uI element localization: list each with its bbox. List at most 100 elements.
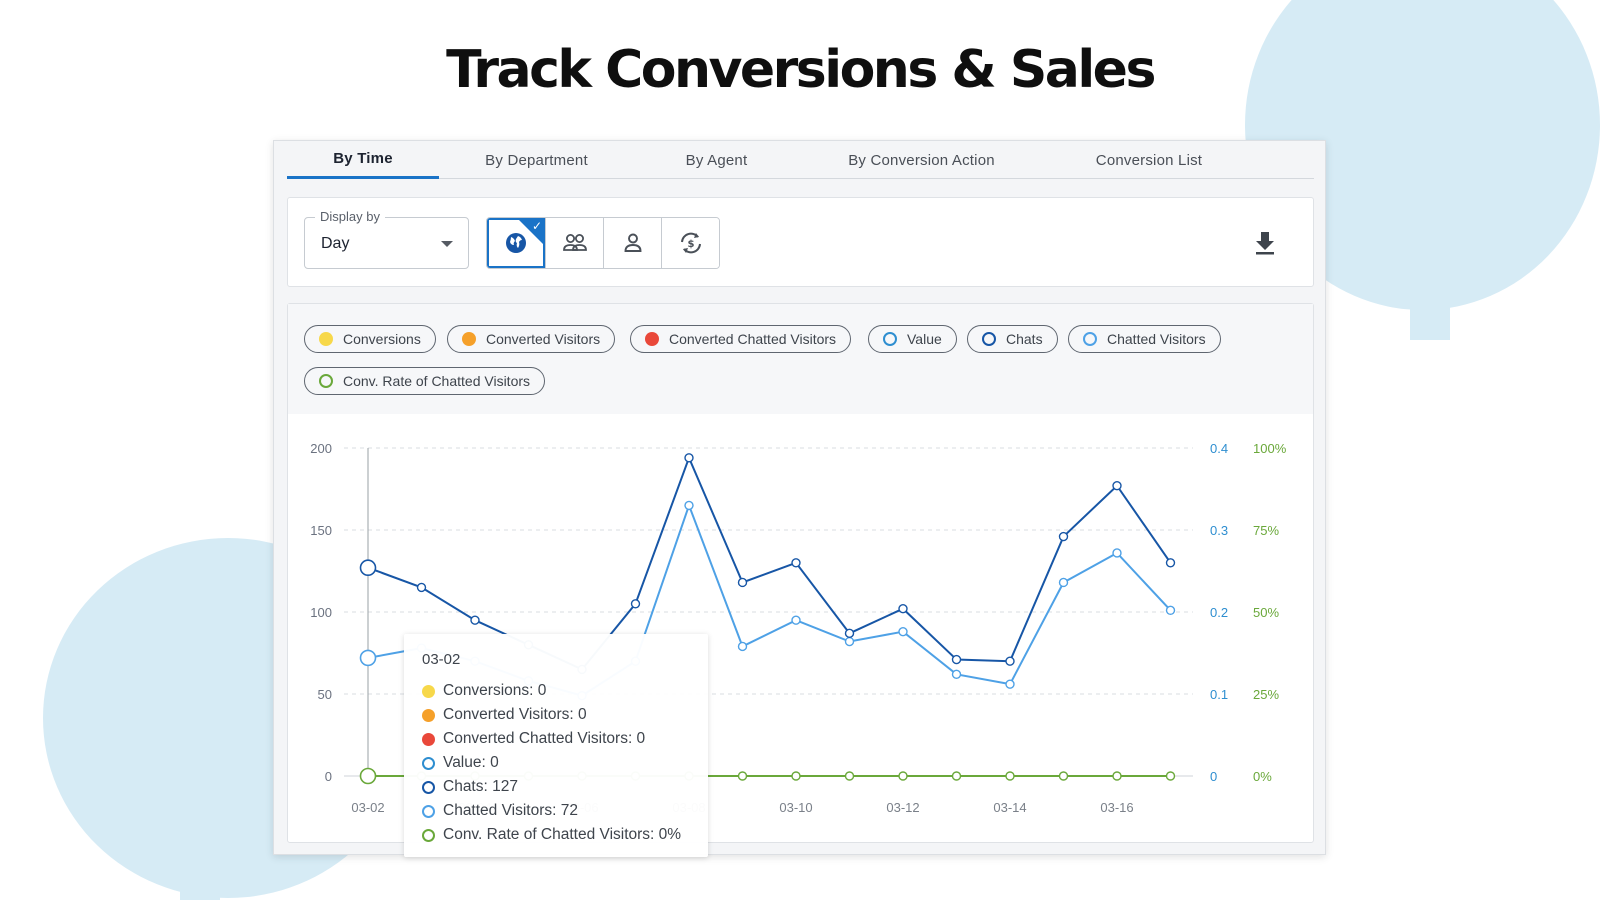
conversion-cycle-icon: $ [680,232,701,254]
view-agent-button[interactable] [603,218,661,268]
legend-chip-label: Converted Chatted Visitors [669,331,837,347]
y-left-tick-label: 0 [325,769,332,784]
data-point-chats [791,558,801,568]
data-point-chats [1058,531,1069,542]
tooltip-row-conversions: Conversions: 0 [422,682,546,700]
legend-dot [1083,332,1097,346]
y-left-tick-label: 200 [310,441,332,456]
data-point-conv-rate-of-chatted-visitors [844,771,855,781]
tab-conversion-list[interactable]: Conversion List [1044,141,1254,179]
group-icon [562,234,587,251]
data-point-chats [1005,656,1015,666]
tooltip-dot [422,708,435,722]
view-global-button[interactable]: ✓ [487,218,545,268]
legend-chip-chats[interactable]: Chats [967,325,1058,353]
tooltip-dot [422,732,435,746]
x-tick-label: 03-02 [351,800,384,815]
data-point-chatted-visitors [898,626,908,637]
toolbar: Display by Day ✓ $ [287,197,1314,287]
download-button[interactable] [1252,228,1278,258]
y-right-tick-label: 0.1 [1210,687,1228,702]
tooltip-row-text: Value: 0 [443,754,499,771]
data-point-chats [630,599,641,609]
tooltip-dot [422,684,435,698]
tooltip-row-conv-rate: Conv. Rate of Chatted Visitors: 0% [422,826,681,844]
data-point-chats [737,577,748,588]
chart-tooltip: 03-02 Conversions: 0 Converted Visitors:… [404,634,708,857]
tooltip-dot [422,780,435,794]
legend-chip-conversions[interactable]: Conversions [304,325,436,353]
legend-chip-label: Value [907,331,942,347]
view-conversion-action-button[interactable]: $ [661,218,719,268]
tab-by-agent[interactable]: By Agent [634,141,799,179]
data-point-conv-rate-of-chatted-visitors [1165,771,1176,781]
data-point-chatted-visitors [684,500,694,511]
y-right2-tick-label: 75% [1253,523,1279,538]
tooltip-row-text: Chatted Visitors: 72 [443,802,578,819]
tooltip-row-text: Converted Chatted Visitors: 0 [443,730,646,747]
legend-chip-converted-visitors[interactable]: Converted Visitors [447,325,616,353]
view-toggle-group: ✓ $ [486,217,720,269]
check-icon: ✓ [531,219,542,233]
tab-by-department[interactable]: By Department [439,141,634,179]
legend-chip-label: Converted Visitors [486,331,601,347]
data-point-chats [951,654,962,665]
legend-chip-label: Chats [1006,331,1043,347]
tooltip-dot [422,828,435,842]
x-tick-label: 03-16 [1100,800,1133,815]
display-by-select[interactable]: Display by Day [304,209,469,269]
data-point-conv-rate-of-chatted-visitors [791,771,801,781]
report-panel: By Time By Department By Agent By Conver… [273,140,1326,857]
display-by-label: Display by [315,209,385,224]
tooltip-dot [422,804,435,818]
x-tick-label: 03-12 [886,800,919,815]
tab-by-time[interactable]: By Time [287,141,439,179]
data-point-chatted-visitors [844,636,855,647]
data-point-chats [898,604,908,614]
legend-dot [982,332,996,346]
data-point-conv-rate-of-chatted-visitors [898,771,908,781]
legend-chip-label: Conv. Rate of Chatted Visitors [343,373,531,389]
data-point-conv-rate-of-chatted-visitors [951,771,962,781]
data-point-chatted-visitors [1165,605,1176,616]
tooltip-row-text: Chats: 127 [443,778,518,795]
legend-chip-conv-rate[interactable]: Conv. Rate of Chatted Visitors [304,367,546,395]
tab-bar: By Time By Department By Agent By Conver… [287,141,1314,179]
decorative-bubble-right-tail [1410,230,1450,340]
legend-chip-value[interactable]: Value [868,325,957,353]
legend-dot [462,332,476,346]
tooltip-row-converted-chatted-visitors: Converted Chatted Visitors: 0 [422,730,645,748]
view-department-button[interactable] [545,218,603,268]
legend-dot [319,374,333,388]
data-point-chatted-visitors [951,669,962,680]
legend-chip-label: Conversions [343,331,421,347]
tab-by-conversion-action[interactable]: By Conversion Action [799,141,1044,179]
tooltip-row-chatted-visitors: Chatted Visitors: 72 [422,802,578,820]
chart-card: Conversions Converted Visitors Converted… [287,303,1314,857]
data-point-conv-rate-of-chatted-visitors [737,771,748,781]
tooltip-row-text: Converted Visitors: 0 [443,706,587,723]
y-left-tick-label: 50 [318,687,332,702]
decorative-bubble-left-tail [180,790,220,900]
y-right-tick-label: 0.3 [1210,523,1228,538]
person-icon [624,233,641,252]
tooltip-row-text: Conv. Rate of Chatted Visitors: 0% [443,826,682,843]
data-point-chatted-visitors [737,641,748,652]
legend-dot [319,332,333,346]
data-point-chats [1165,558,1176,568]
legend-chip-chatted-visitors[interactable]: Chatted Visitors [1068,325,1221,353]
tooltip-row-chats: Chats: 127 [422,778,518,796]
data-point-conv-rate-of-chatted-visitors [1005,771,1015,781]
y-right2-tick-label: 50% [1253,605,1279,620]
tooltip-row-text: Conversions: 0 [443,682,547,699]
y-right-tick-label: 0.4 [1210,441,1228,456]
data-point-chats [359,559,377,577]
data-point-chatted-visitors [1058,577,1069,588]
y-right-tick-label: 0 [1210,769,1217,784]
legend-chip-label: Chatted Visitors [1107,331,1206,347]
data-point-chatted-visitors [791,615,801,625]
legend: Conversions Converted Visitors Converted… [288,304,1313,414]
y-left-tick-label: 150 [310,523,332,538]
data-point-conv-rate-of-chatted-visitors [1058,771,1069,781]
legend-chip-converted-chatted-visitors[interactable]: Converted Chatted Visitors [630,325,852,353]
